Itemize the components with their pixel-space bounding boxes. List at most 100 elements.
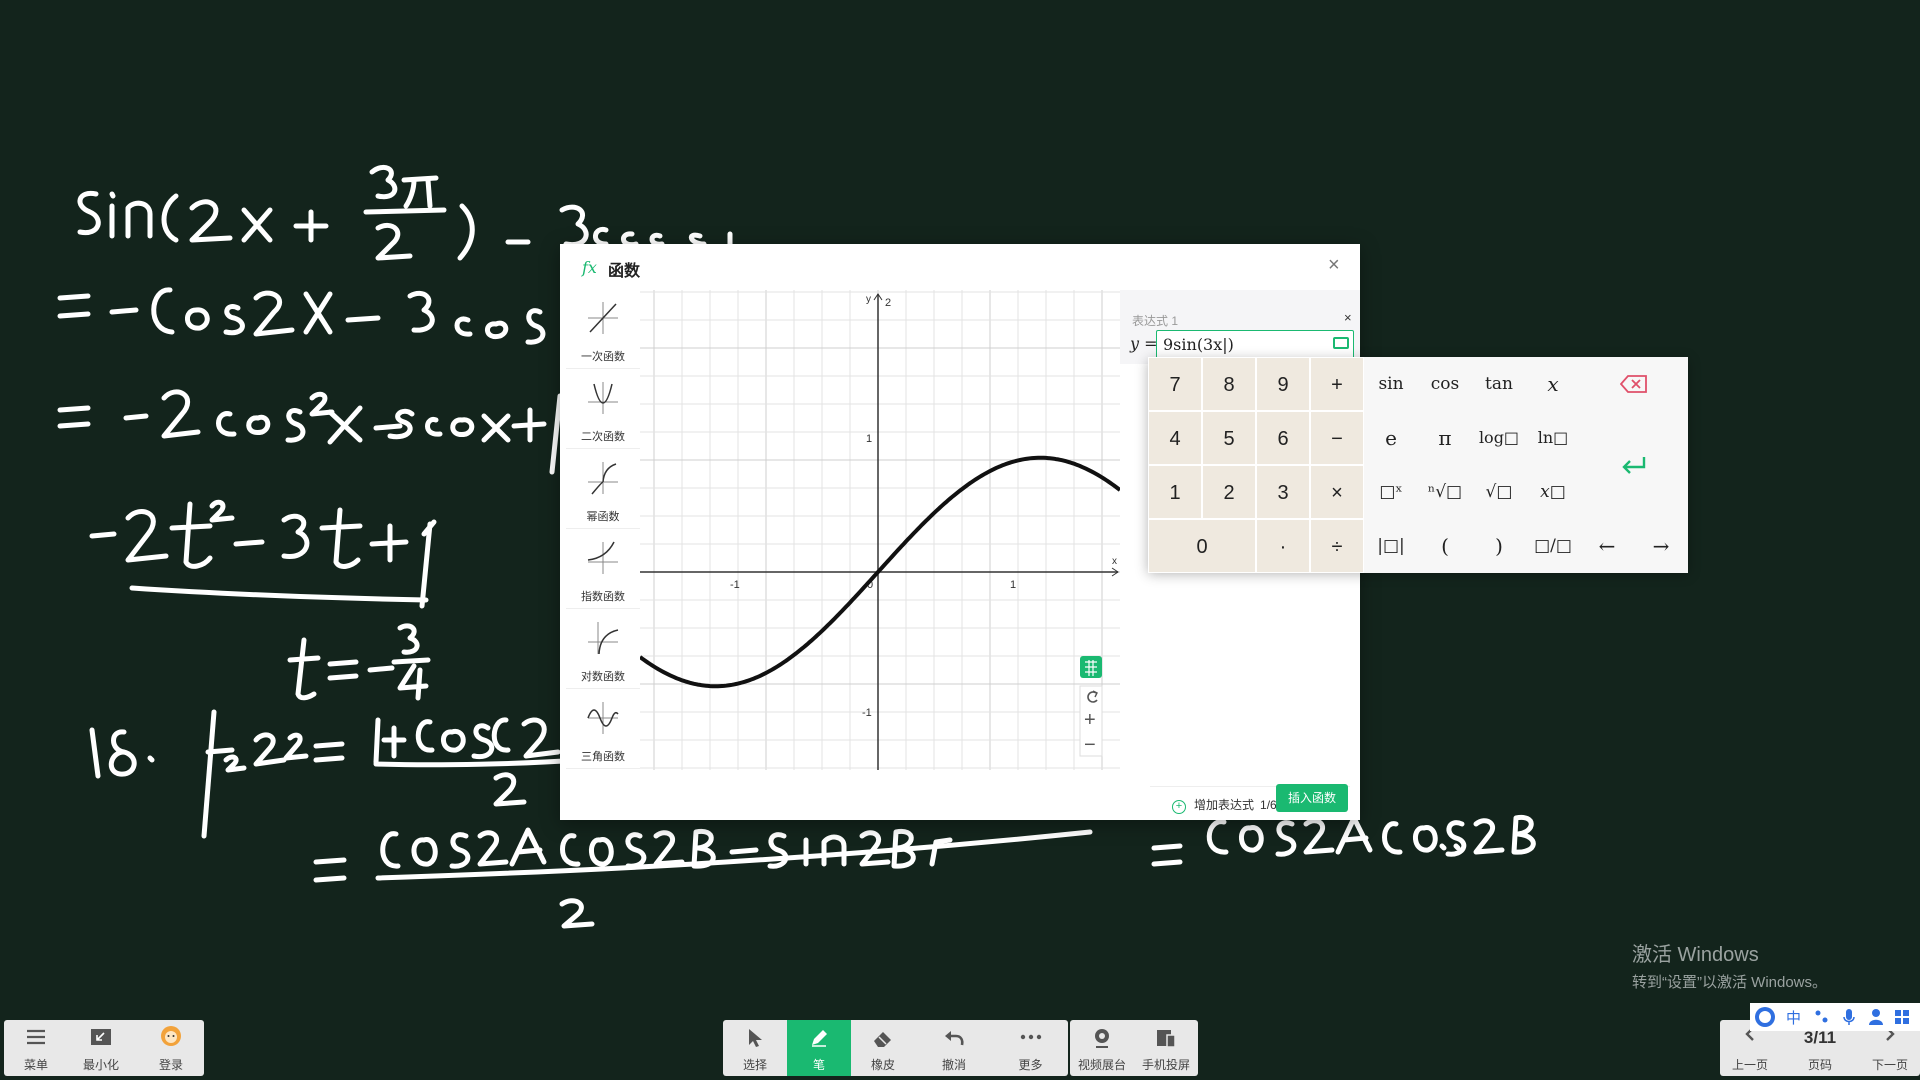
video-booth-button[interactable]: 视频展台: [1070, 1020, 1134, 1076]
login-button[interactable]: 登录: [138, 1020, 204, 1076]
select-tool[interactable]: 选择: [723, 1020, 787, 1076]
key-9[interactable]: 9: [1256, 357, 1310, 411]
expression-count: 1/6: [1260, 798, 1277, 812]
key-0[interactable]: 0: [1148, 519, 1256, 573]
remove-expression-icon[interactable]: ×: [1344, 310, 1352, 325]
key-ln[interactable]: ln□: [1526, 411, 1580, 465]
cursor-icon: [749, 1029, 762, 1047]
type-label: 幂函数: [586, 511, 620, 523]
graph-canvas[interactable]: x y 2 1 -1 -1 1 0 + −: [638, 290, 1122, 770]
backspace-key[interactable]: [1580, 357, 1688, 411]
toolbar-media: 视频展台 手机投屏: [1070, 1020, 1198, 1076]
zoom-in-icon[interactable]: +: [1084, 709, 1096, 731]
key-lparen[interactable]: (: [1418, 519, 1472, 573]
eraser-tool[interactable]: 橡皮: [851, 1020, 915, 1076]
insert-function-button[interactable]: 插入函数: [1276, 784, 1348, 812]
zoom-out-icon[interactable]: −: [1084, 734, 1096, 756]
quadratic-function-icon: [588, 382, 618, 414]
key-1[interactable]: 1: [1148, 465, 1202, 519]
ime-logo-icon[interactable]: [1754, 1006, 1776, 1028]
undo-icon: [945, 1031, 964, 1046]
menu-icon: [27, 1029, 45, 1045]
key-sqrt[interactable]: √□: [1472, 465, 1526, 519]
key-3[interactable]: 3: [1256, 465, 1310, 519]
key-4[interactable]: 4: [1148, 411, 1202, 465]
expression-label: 表达式 1: [1132, 314, 1179, 328]
key-left[interactable]: ←: [1580, 519, 1634, 573]
power-function-icon: [588, 462, 618, 495]
type-logarithmic[interactable]: 对数函数: [566, 610, 640, 689]
undo-button[interactable]: 撤消: [915, 1020, 993, 1076]
y-axis-label: y: [866, 294, 871, 305]
add-expression-label: 增加表达式: [1194, 798, 1255, 812]
key-5[interactable]: 5: [1202, 411, 1256, 465]
key-right[interactable]: →: [1634, 519, 1688, 573]
expression-input[interactable]: 9sin(3x|): [1156, 330, 1354, 360]
menu-button[interactable]: 菜单: [4, 1020, 68, 1076]
key-tan[interactable]: tan: [1472, 357, 1526, 411]
type-trigonometric[interactable]: 三角函数: [566, 690, 640, 769]
key-2[interactable]: 2: [1202, 465, 1256, 519]
key-fraction[interactable]: □/□: [1526, 519, 1580, 573]
dialog-header: fx 函数 ×: [560, 244, 1360, 290]
keyboard-icon[interactable]: [1333, 337, 1349, 349]
add-expression-button[interactable]: + 增加表达式 1/6: [1172, 796, 1277, 814]
microphone-icon[interactable]: [1842, 1008, 1856, 1026]
key-x[interactable]: x: [1526, 357, 1580, 411]
type-quadratic[interactable]: 二次函数: [566, 370, 640, 449]
key-power[interactable]: □ˣ: [1364, 465, 1418, 519]
table-icon[interactable]: [1080, 656, 1102, 678]
enter-key[interactable]: [1580, 411, 1688, 519]
apps-grid-icon[interactable]: [1894, 1009, 1910, 1025]
more-label: 更多: [1018, 1058, 1043, 1072]
expression-row: 表达式 1 × y = 9sin(3x|): [1120, 290, 1360, 364]
key-e[interactable]: e: [1364, 411, 1418, 465]
type-label: 二次函数: [581, 431, 625, 443]
trigonometric-function-icon: [587, 702, 619, 734]
key-plus[interactable]: +: [1310, 357, 1364, 411]
minimize-button[interactable]: 最小化: [68, 1020, 134, 1076]
more-button[interactable]: 更多: [993, 1020, 1068, 1076]
eraser-icon: [874, 1032, 891, 1047]
user-icon[interactable]: [1868, 1008, 1884, 1026]
login-label: 登录: [158, 1058, 183, 1072]
key-nroot[interactable]: ⁿ√□: [1418, 465, 1472, 519]
enter-icon: [1622, 457, 1646, 474]
pen-tool[interactable]: 笔: [787, 1020, 851, 1076]
fx-icon: fx: [582, 258, 597, 277]
phone-cast-button[interactable]: 手机投屏: [1134, 1020, 1198, 1076]
key-times[interactable]: ×: [1310, 465, 1364, 519]
punctuation-icon[interactable]: [1814, 1009, 1830, 1025]
key-8[interactable]: 8: [1202, 357, 1256, 411]
type-power[interactable]: 幂函数: [566, 450, 640, 529]
key-rparen[interactable]: ): [1472, 519, 1526, 573]
key-divide[interactable]: ÷: [1310, 519, 1364, 573]
close-icon[interactable]: ×: [1328, 254, 1340, 277]
type-label: 指数函数: [581, 591, 625, 603]
key-cos[interactable]: cos: [1418, 357, 1472, 411]
type-linear[interactable]: 一次函数: [566, 290, 640, 369]
exponential-function-icon: [587, 541, 618, 574]
ime-language[interactable]: 中: [1786, 1007, 1801, 1028]
key-log[interactable]: log□: [1472, 411, 1526, 465]
minimize-label: 最小化: [82, 1058, 119, 1072]
type-label: 对数函数: [581, 671, 625, 683]
function-graph[interactable]: x y 2 1 -1 -1 1 0 + −: [638, 290, 1122, 770]
toolbar-center: 选择 笔 橡皮 撤消 更多: [723, 1020, 1068, 1076]
select-label: 选择: [742, 1058, 767, 1072]
key-7[interactable]: 7: [1148, 357, 1202, 411]
key-sin[interactable]: sin: [1364, 357, 1418, 411]
next-page-label: 下一页: [1871, 1058, 1908, 1072]
key-minus[interactable]: −: [1310, 411, 1364, 465]
windows-activation-watermark: 激活 Windows 转到“设置”以激活 Windows。: [1632, 938, 1827, 992]
key-dot[interactable]: ·: [1256, 519, 1310, 573]
type-exponential[interactable]: 指数函数: [566, 530, 640, 609]
key-abs[interactable]: |□|: [1364, 519, 1418, 573]
math-keypad: 7 8 9 + 4 5 6 − 1 2 3 × 0 · ÷ sin cos ta…: [1148, 357, 1688, 573]
key-6[interactable]: 6: [1256, 411, 1310, 465]
x-tick-neg1: -1: [730, 579, 740, 591]
key-xsup[interactable]: x□: [1526, 465, 1580, 519]
function-type-list: 一次函数 二次函数 幂函数 指数函数 对数函数 三角函数: [560, 290, 640, 770]
expression-value[interactable]: 9sin(3x|): [1163, 335, 1234, 354]
key-pi[interactable]: π: [1418, 411, 1472, 465]
